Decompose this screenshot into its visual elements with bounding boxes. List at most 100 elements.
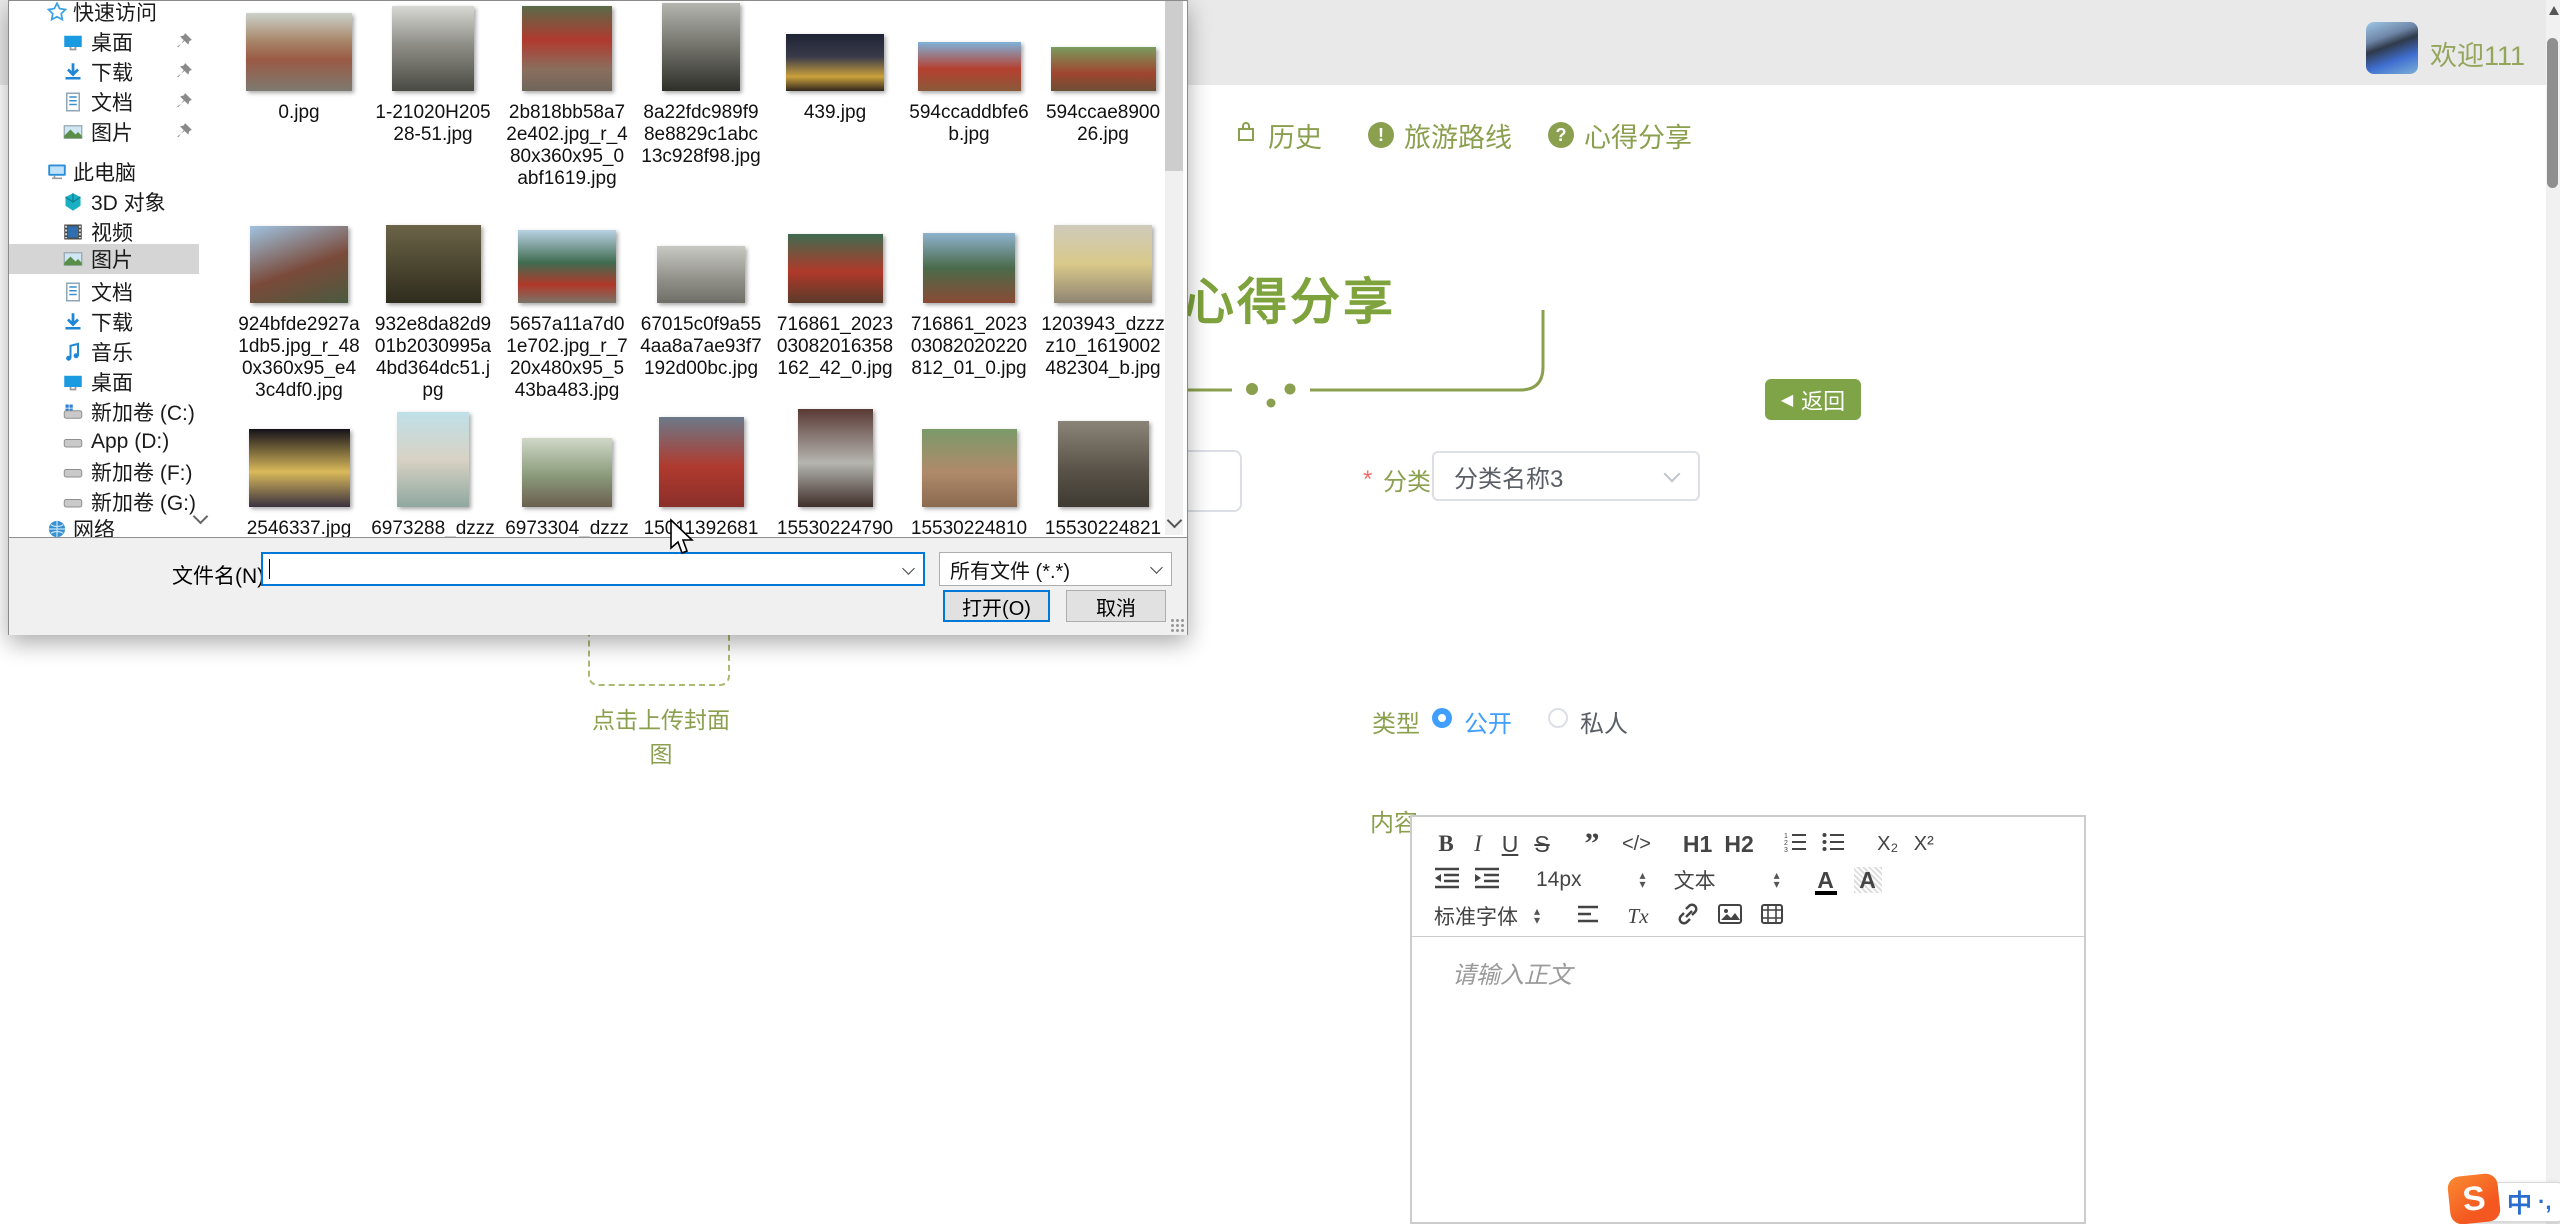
- file-item[interactable]: 8a22fdc989f98e8829c1abc13c928f98.jpg: [639, 3, 763, 168]
- h2-button[interactable]: H2: [1724, 831, 1753, 857]
- bullet-list-icon[interactable]: [1822, 831, 1846, 858]
- file-item[interactable]: 716861_202303082020220812_01_0.jpg: [907, 221, 1031, 380]
- bold-button[interactable]: B: [1434, 831, 1458, 857]
- strikethrough-button[interactable]: S: [1530, 831, 1554, 857]
- file-item[interactable]: 155302248212: [1041, 411, 1165, 540]
- file-item[interactable]: 6973288_dzzzz: [371, 411, 495, 540]
- file-item[interactable]: 439.jpg: [773, 3, 897, 124]
- radio-private[interactable]: [1548, 708, 1568, 728]
- file-item[interactable]: 594ccaddbfe6b.jpg: [907, 3, 1031, 146]
- avatar[interactable]: [2366, 22, 2418, 74]
- back-button[interactable]: ◀ 返回: [1765, 379, 1861, 420]
- sidebar-item-documents[interactable]: 文档: [9, 87, 231, 117]
- image-icon[interactable]: [1718, 903, 1742, 929]
- blockquote-icon[interactable]: ”: [1580, 831, 1604, 857]
- file-item[interactable]: 6973304_dzzzz: [505, 411, 629, 540]
- sidebar-item-drive-f[interactable]: 新加卷 (F:): [9, 457, 231, 487]
- file-item[interactable]: 932e8da82d901b2030995a4bd364dc51.jpg: [371, 221, 495, 402]
- text-color-button[interactable]: A: [1814, 867, 1838, 893]
- sidebar-item-pictures-selected[interactable]: 图片: [9, 244, 199, 274]
- editor-placeholder[interactable]: 请输入正文: [1452, 955, 1572, 990]
- sidebar-item-desktop[interactable]: 桌面: [9, 27, 231, 57]
- h1-button[interactable]: H1: [1683, 831, 1712, 857]
- ordered-list-icon[interactable]: 123: [1784, 831, 1808, 858]
- align-icon[interactable]: [1576, 903, 1600, 929]
- file-thumbnail: [246, 13, 352, 91]
- sidebar-item-music[interactable]: 音乐: [9, 337, 231, 367]
- sogou-logo-icon[interactable]: S: [2447, 1173, 2502, 1224]
- file-item[interactable]: 5657a11a7d01e702.jpg_r_720x480x95_543ba4…: [505, 221, 629, 402]
- radio-public[interactable]: [1432, 708, 1452, 728]
- resize-grip[interactable]: [1170, 618, 1184, 632]
- chevron-down-icon: [1150, 561, 1163, 574]
- font-family-picker[interactable]: 标准字体 ▴▾: [1434, 901, 1540, 931]
- sidebar-item-drive-c[interactable]: 新加卷 (C:): [9, 397, 231, 427]
- clear-format-button[interactable]: Tx: [1626, 903, 1650, 929]
- spinner-down-icon: ▾: [1774, 880, 1780, 889]
- background-color-button[interactable]: A: [1854, 867, 1882, 893]
- cancel-button[interactable]: 取消: [1066, 590, 1166, 622]
- sidebar-item-videos[interactable]: 视频: [9, 217, 231, 247]
- sidebar-item-desktop-2[interactable]: 桌面: [9, 367, 231, 397]
- sidebar-item-documents-2[interactable]: 文档: [9, 277, 231, 307]
- font-size-picker[interactable]: 14px ▴▾: [1536, 868, 1646, 892]
- sidebar-label: 3D 对象: [91, 187, 166, 217]
- filetype-select[interactable]: 所有文件 (*.*): [939, 552, 1172, 586]
- chevron-down-icon[interactable]: [902, 562, 915, 575]
- file-item[interactable]: 0.jpg: [237, 3, 361, 124]
- radio-public-label[interactable]: 公开: [1464, 704, 1512, 739]
- file-item[interactable]: 2546337.jpg: [237, 411, 361, 540]
- italic-button[interactable]: I: [1466, 831, 1490, 857]
- file-item[interactable]: 2b818bb58a72e402.jpg_r_480x360x95_0abf16…: [505, 3, 629, 190]
- file-item[interactable]: 594ccae890026.jpg: [1041, 3, 1165, 146]
- open-button[interactable]: 打开(O): [943, 590, 1050, 622]
- file-item[interactable]: 924bfde2927a1db5.jpg_r_480x360x95_e43c4d…: [237, 221, 361, 402]
- outdent-icon[interactable]: [1434, 867, 1460, 894]
- file-name: 8a22fdc989f98e8829c1abc13c928f98.jpg: [639, 102, 763, 168]
- subscript-button[interactable]: X₂: [1876, 831, 1900, 857]
- underline-button[interactable]: U: [1498, 831, 1522, 857]
- nav-item-routes[interactable]: ! 旅游路线: [1368, 114, 1512, 156]
- nav-item-history[interactable]: 历史: [1234, 114, 1322, 156]
- superscript-button[interactable]: X²: [1912, 831, 1936, 857]
- page-scrollbar-up-icon[interactable]: [2549, 6, 2559, 15]
- file-list-scrollbar-thumb[interactable]: [1165, 1, 1183, 171]
- sidebar-item-pictures[interactable]: 图片: [9, 117, 231, 147]
- document-icon: [63, 92, 83, 112]
- file-item[interactable]: 1-21020H20528-51.jpg: [371, 3, 495, 146]
- file-name: 716861_202303082016358162_42_0.jpg: [773, 314, 897, 380]
- sidebar-item-this-pc[interactable]: 此电脑: [9, 157, 231, 187]
- chevron-down-icon: [1664, 466, 1681, 483]
- file-item[interactable]: 150113926815: [639, 411, 763, 540]
- radio-private-label[interactable]: 私人: [1580, 704, 1628, 739]
- welcome-text: 欢迎111: [2430, 34, 2525, 73]
- ime-punctuation-indicator[interactable]: ·,: [2538, 1189, 2551, 1215]
- cover-upload-hint[interactable]: 点击上传封面图: [581, 701, 741, 769]
- sidebar-item-3d-objects[interactable]: 3D 对象: [9, 187, 231, 217]
- network-icon: [47, 519, 67, 538]
- indent-icon[interactable]: [1474, 867, 1500, 894]
- file-item[interactable]: 155302247905: [773, 411, 897, 540]
- category-select[interactable]: 分类名称3: [1432, 451, 1700, 501]
- link-icon[interactable]: [1676, 903, 1700, 930]
- page-scrollbar-thumb[interactable]: [2547, 38, 2558, 188]
- file-name: 932e8da82d901b2030995a4bd364dc51.jpg: [371, 314, 495, 402]
- file-item[interactable]: 1203943_dzzzz10_1619002482304_b.jpg: [1041, 221, 1165, 380]
- filename-input[interactable]: [261, 552, 925, 586]
- sidebar-item-downloads-2[interactable]: 下载: [9, 307, 231, 337]
- file-item[interactable]: 155302248103: [907, 411, 1031, 540]
- sidebar-item-downloads[interactable]: 下载: [9, 57, 231, 87]
- file-item[interactable]: 716861_202303082016358162_42_0.jpg: [773, 221, 897, 380]
- sidebar-item-drive-d[interactable]: App (D:): [9, 427, 231, 457]
- header-format-picker[interactable]: 文本 ▴▾: [1674, 865, 1780, 895]
- file-item[interactable]: 67015c0f9a554aa8a7ae93f7192d00bc.jpg: [639, 221, 763, 380]
- ime-language-indicator[interactable]: 中: [2507, 1184, 2532, 1220]
- ime-status-bar[interactable]: S 中 ·,: [2462, 1182, 2560, 1222]
- video-icon[interactable]: [1760, 903, 1784, 929]
- nav-item-sharing[interactable]: ? 心得分享: [1548, 114, 1692, 156]
- font-family-value: 标准字体: [1434, 901, 1518, 931]
- desktop-icon: [63, 32, 83, 52]
- sidebar-item-quick-access[interactable]: 快速访问: [9, 0, 231, 27]
- code-block-icon[interactable]: </>: [1622, 831, 1651, 857]
- svg-text:3: 3: [1784, 847, 1788, 853]
